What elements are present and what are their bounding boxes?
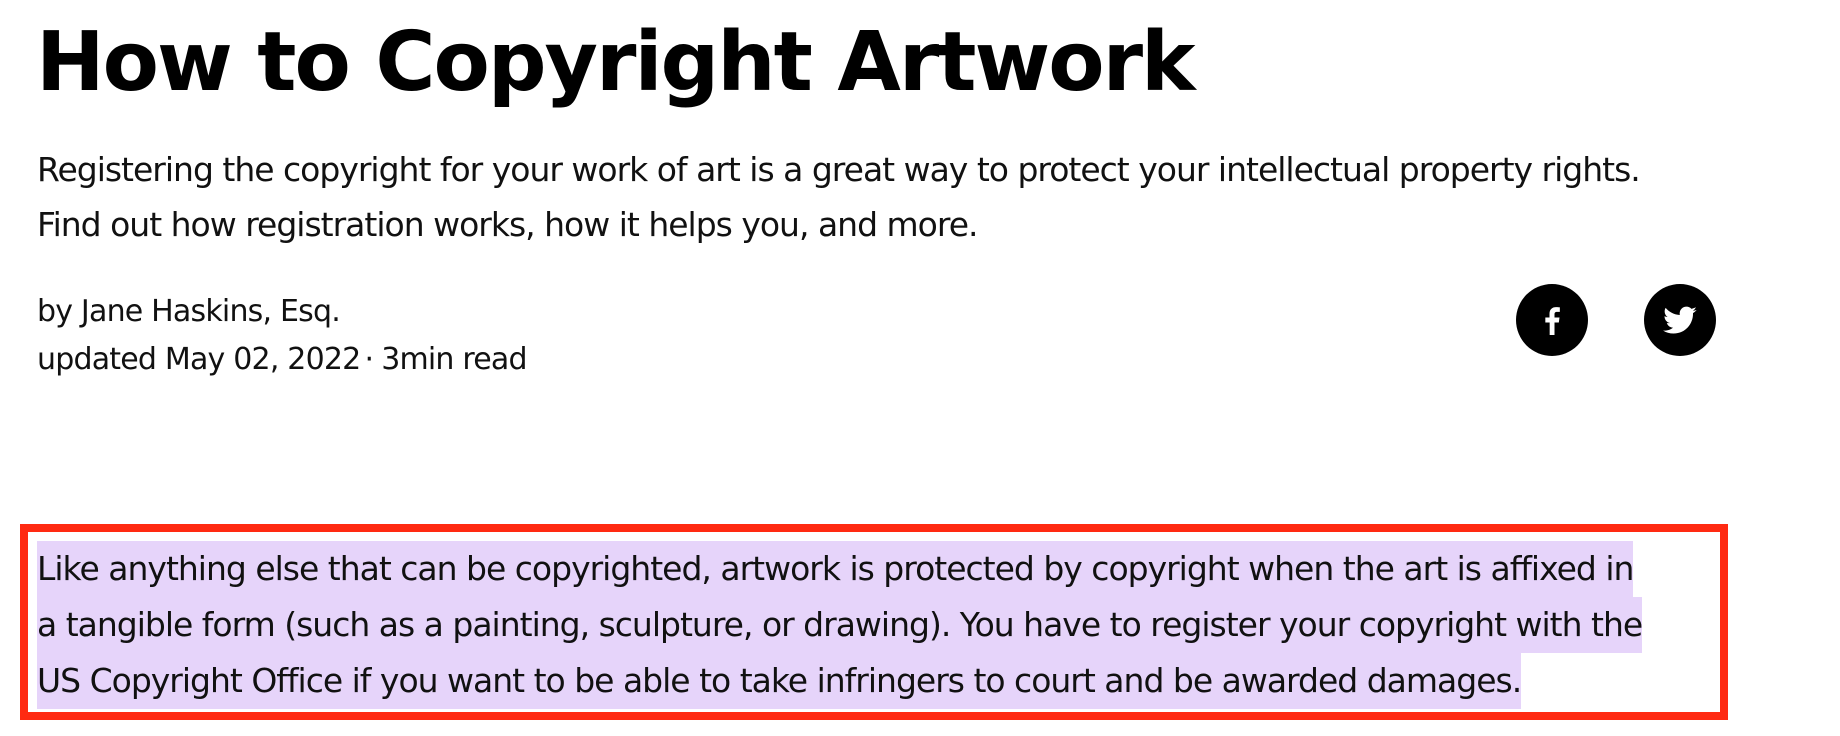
read-time: 3min read [381, 342, 527, 377]
article-byline: by Jane Haskins, Esq. updated May 02, 20… [37, 288, 528, 384]
facebook-share-button[interactable] [1516, 284, 1588, 356]
page-title: How to Copyright Artwork [36, 15, 1196, 110]
article-meta: updated May 02, 2022 · 3min read [37, 336, 528, 384]
twitter-icon [1663, 306, 1697, 334]
updated-date: updated May 02, 2022 [37, 342, 361, 377]
author-name[interactable]: by Jane Haskins, Esq. [37, 288, 527, 336]
twitter-share-button[interactable] [1644, 284, 1716, 356]
highlighted-line: Like anything else that can be copyright… [37, 541, 1634, 597]
highlighted-line: a tangible form (such as a painting, scu… [37, 597, 1643, 653]
highlighted-passage: Like anything else that can be copyright… [37, 541, 1737, 709]
highlighted-line: US Copyright Office if you want to be ab… [37, 653, 1522, 709]
facebook-icon [1545, 307, 1560, 335]
meta-separator: · [364, 342, 374, 377]
subtitle-line: Find out how registration works, how it … [37, 205, 979, 244]
article-subtitle: Registering the copyright for your work … [37, 142, 1777, 252]
subtitle-line: Registering the copyright for your work … [37, 150, 1641, 189]
